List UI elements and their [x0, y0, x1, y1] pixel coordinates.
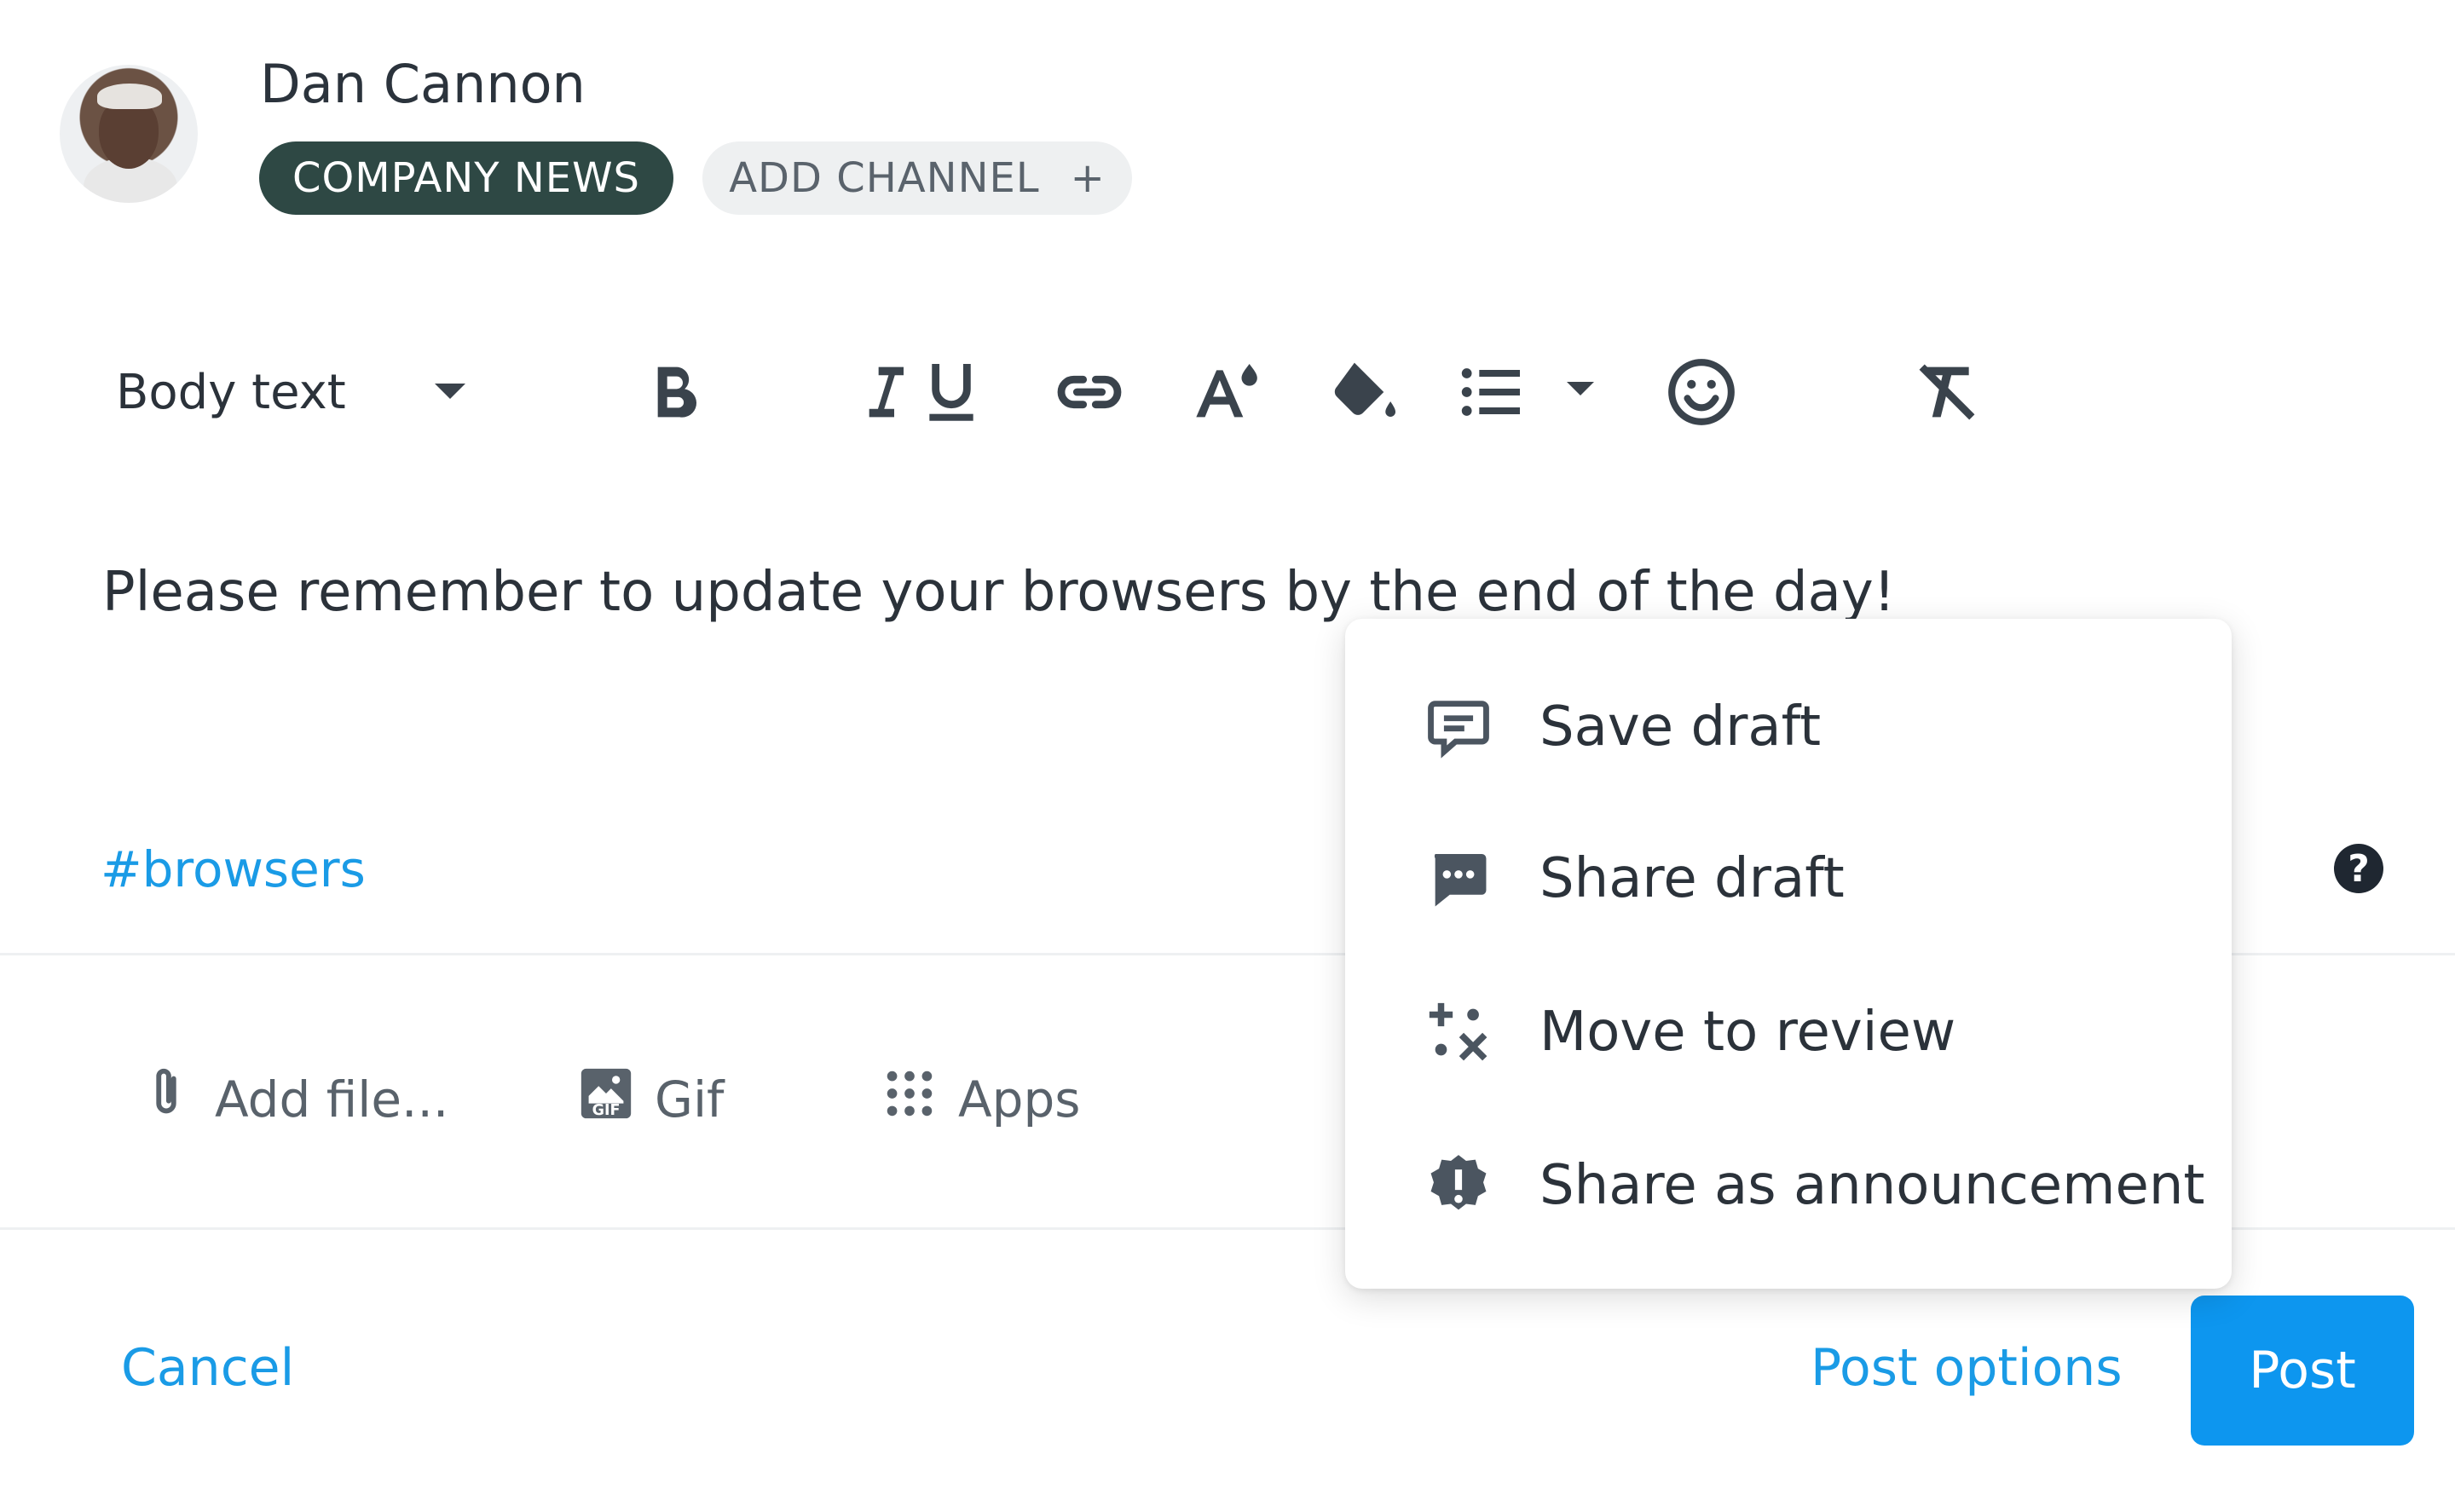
announcement-badge-icon: [1424, 1151, 1493, 1221]
gif-icon: GIF: [576, 1064, 636, 1135]
svg-text:GIF: GIF: [592, 1102, 621, 1119]
link-icon[interactable]: [1047, 349, 1132, 435]
post-options-button[interactable]: Post options: [1811, 1338, 2123, 1398]
channel-chip-label: COMPANY NEWS: [292, 154, 641, 202]
text-style-value: Body text: [116, 364, 346, 420]
plus-icon: +: [1070, 154, 1106, 202]
text-size-icon[interactable]: [1185, 349, 1270, 435]
bold-icon[interactable]: [631, 349, 716, 435]
channel-chip-company-news[interactable]: COMPANY NEWS: [259, 141, 673, 215]
list-options-chevron-icon[interactable]: [1567, 382, 1594, 395]
apps-grid-icon: [880, 1064, 939, 1135]
message-body[interactable]: Please remember to update your browsers …: [102, 561, 1895, 624]
gif-button[interactable]: GIF Gif: [576, 1057, 724, 1142]
add-file-label: Add file...: [215, 1071, 449, 1128]
add-file-button[interactable]: Add file...: [136, 1057, 448, 1142]
avatar: [60, 65, 198, 203]
underline-icon[interactable]: [909, 349, 994, 435]
post-button[interactable]: Post: [2191, 1296, 2414, 1446]
chat-dots-icon: [1424, 844, 1493, 914]
chevron-down-icon: [435, 384, 465, 399]
menu-item-label: Save draft: [1539, 695, 1822, 759]
menu-item-save-draft[interactable]: Save draft: [1345, 663, 2232, 791]
apps-button[interactable]: Apps: [880, 1057, 1081, 1142]
post-options-menu: Save draft Share draft Move to review Sh…: [1345, 619, 2232, 1289]
post-label: Post: [2249, 1341, 2356, 1400]
author-name: Dan Cannon: [260, 53, 586, 115]
chat-bubble-icon: [1424, 692, 1493, 762]
text-style-select[interactable]: Body text: [116, 358, 474, 426]
cancel-button[interactable]: Cancel: [121, 1338, 294, 1398]
fill-color-icon[interactable]: [1321, 349, 1407, 435]
hashtag-link[interactable]: #browsers: [101, 840, 366, 898]
menu-item-label: Share draft: [1539, 847, 1845, 910]
apps-label: Apps: [958, 1071, 1081, 1128]
menu-item-label: Share as announcement: [1539, 1154, 2205, 1217]
clear-formatting-icon[interactable]: [1904, 349, 1990, 435]
menu-item-share-as-announcement[interactable]: Share as announcement: [1345, 1122, 2232, 1249]
bulleted-list-icon[interactable]: [1449, 349, 1534, 435]
menu-item-share-draft[interactable]: Share draft: [1345, 815, 2232, 943]
menu-item-move-to-review[interactable]: Move to review: [1345, 968, 2232, 1096]
menu-item-label: Move to review: [1539, 1001, 1956, 1064]
add-channel-button[interactable]: ADD CHANNEL +: [702, 141, 1132, 215]
add-channel-label: ADD CHANNEL: [729, 154, 1040, 202]
gif-label: Gif: [655, 1071, 725, 1128]
paperclip-icon: [136, 1064, 196, 1135]
review-icon: [1424, 997, 1493, 1067]
emoji-icon[interactable]: [1659, 349, 1744, 435]
help-icon[interactable]: ?: [2334, 844, 2383, 893]
